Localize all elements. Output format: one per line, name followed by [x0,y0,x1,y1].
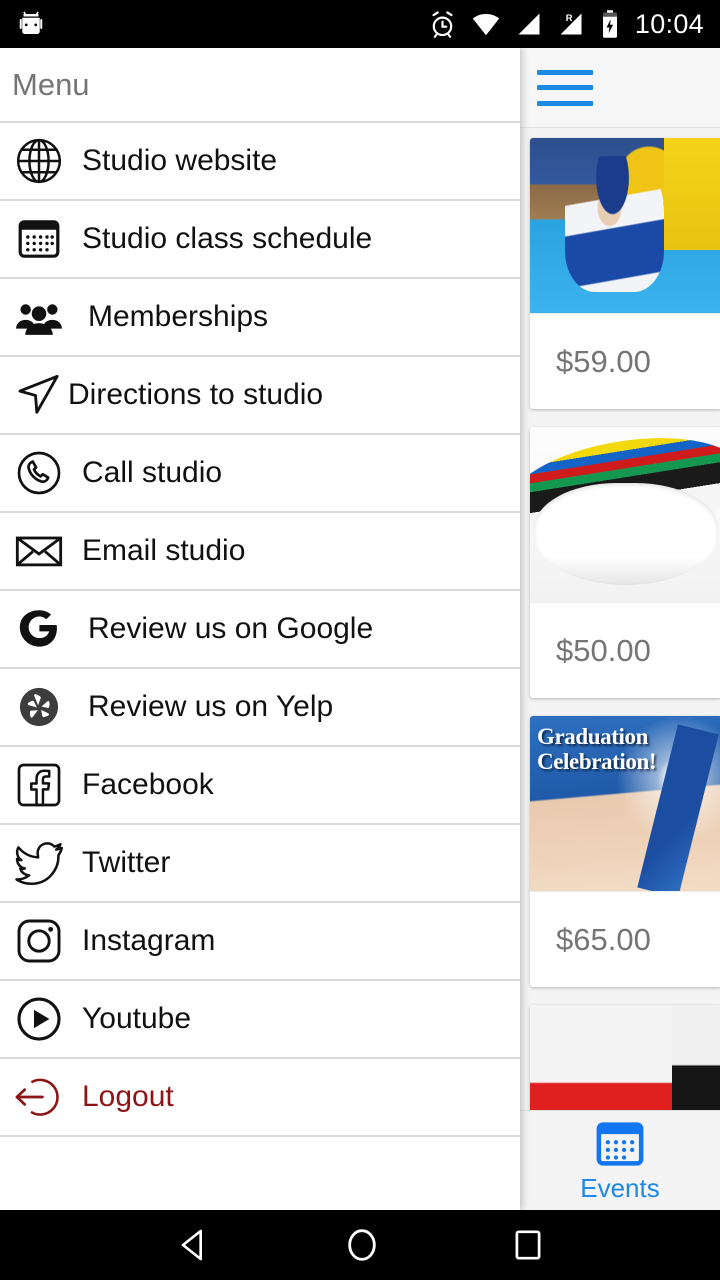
android-robot-icon [19,11,43,34]
menu-item-directions-to-studio[interactable]: Directions to studio [0,357,520,435]
home-button[interactable] [342,1225,382,1265]
menu-item-label: Email studio [82,534,246,567]
instagram-icon [10,912,68,970]
svg-text:R: R [566,13,573,23]
logout-icon [10,1068,68,1126]
menu-item-label: Logout [82,1080,174,1113]
app-body: Menu Studio website Studio class schedul… [0,48,720,1210]
product-card[interactable]: Graduation Celebration! $65.00 [530,716,720,987]
battery-charging-icon [602,10,617,38]
menu-item-review-yelp[interactable]: Review us on Yelp [0,669,520,747]
calendar-icon [596,1122,644,1166]
envelope-icon [10,522,68,580]
calendar-icon [10,210,68,268]
product-card-body: $65.00 [530,891,720,987]
menu-item-label: Youtube [82,1002,192,1035]
product-card[interactable]: $50.00 [530,427,720,698]
wifi-icon [472,14,500,36]
facebook-icon [10,756,68,814]
hamburger-line [537,69,593,75]
status-bar-system-icons: R 10:04 [428,9,704,40]
menu-item-logout[interactable]: Logout [0,1059,520,1137]
menu-item-studio-class-schedule[interactable]: Studio class schedule [0,201,520,279]
android-navigation-bar [0,1210,720,1280]
menu-item-call-studio[interactable]: Call studio [0,435,520,513]
menu-item-twitter[interactable]: Twitter [0,825,520,903]
menu-item-instagram[interactable]: Instagram [0,903,520,981]
graduation-line-2: Celebration! [537,749,657,774]
product-card-list[interactable]: $59.00 $50.00 Graduation Celebration! $6… [520,128,720,1210]
hamburger-menu-icon[interactable] [537,69,593,106]
menu-item-label: Studio class schedule [82,222,373,255]
menu-item-label: Twitter [82,846,171,879]
menu-item-label: Studio website [82,144,278,177]
navigation-drawer: Menu Studio website Studio class schedul… [0,48,520,1210]
menu-item-label: Review us on Yelp [88,690,334,723]
people-icon [10,288,68,346]
graduation-banner-text: Graduation Celebration! [537,724,657,774]
product-price: $59.00 [556,343,651,379]
product-price: $50.00 [556,632,651,668]
menu-item-label: Facebook [82,768,214,801]
tab-events[interactable]: Events [580,1117,660,1204]
product-card-body: $59.00 [530,313,720,409]
product-card-body: $50.00 [530,602,720,698]
tab-label: Events [580,1173,660,1203]
app-top-bar [520,48,720,128]
menu-item-review-google[interactable]: Review us on Google [0,591,520,669]
menu-item-email-studio[interactable]: Email studio [0,513,520,591]
martial-arts-belts-photo [530,427,720,602]
status-bar: R 10:04 [0,0,720,48]
drawer-title: Menu [12,66,90,102]
twitter-icon [10,834,68,892]
drawer-menu-list: Studio website Studio class schedule Mem… [0,121,520,1137]
menu-item-label: Directions to studio [68,378,324,411]
youtube-icon [10,990,68,1048]
hamburger-line [537,100,593,106]
main-content: $59.00 $50.00 Graduation Celebration! $6… [520,48,720,1210]
menu-item-label: Review us on Google [88,612,374,645]
globe-icon [10,132,68,190]
status-bar-notifications [16,9,46,39]
recents-button[interactable] [510,1227,546,1263]
bottom-tab-bar: Events [520,1110,720,1210]
menu-item-facebook[interactable]: Facebook [0,747,520,825]
alarm-icon [432,10,453,38]
graduation-celebration-photo: Graduation Celebration! [530,716,720,891]
yelp-icon [10,678,68,736]
menu-item-memberships[interactable]: Memberships [0,279,520,357]
taekwondo-sparring-photo [530,138,720,313]
status-bar-clock: 10:04 [634,8,704,39]
hamburger-line [537,85,593,90]
product-card[interactable]: $59.00 [530,138,720,409]
navigate-icon [10,366,68,424]
graduation-line-1: Graduation [537,724,649,749]
menu-item-label: Memberships [88,300,269,333]
menu-item-youtube[interactable]: Youtube [0,981,520,1059]
menu-item-studio-website[interactable]: Studio website [0,123,520,201]
menu-item-label: Call studio [82,456,223,489]
phone-screen: R 10:04 Menu Studio website Studio class… [0,0,720,1280]
back-button[interactable] [174,1225,214,1265]
google-icon [10,600,68,658]
product-price: $65.00 [556,921,651,957]
roaming-signal-icon: R [560,13,582,35]
phone-icon [10,444,68,502]
menu-item-label: Instagram [82,924,216,957]
signal-icon [518,13,540,35]
